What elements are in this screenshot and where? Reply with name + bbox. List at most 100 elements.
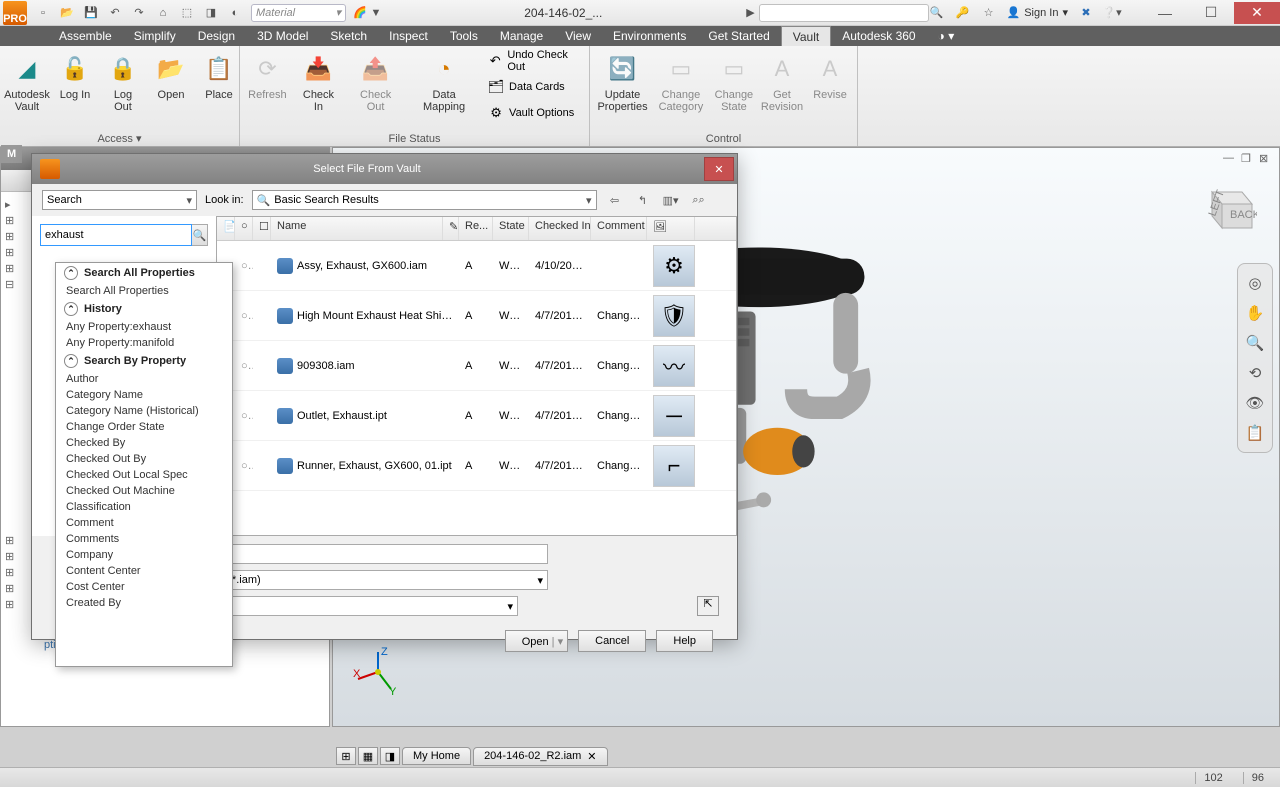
- ac-item[interactable]: Company: [56, 547, 232, 563]
- viewcube[interactable]: BACK LEFT: [1197, 180, 1257, 234]
- color-icon[interactable]: 🌈: [352, 5, 368, 21]
- logout-button[interactable]: 🔒Log Out: [102, 49, 144, 127]
- star-icon[interactable]: ☆: [981, 5, 997, 21]
- orbit-icon[interactable]: ⟲: [1244, 362, 1266, 384]
- ac-item[interactable]: Change Order State: [56, 419, 232, 435]
- menu-extras-icon[interactable]: ◑ ▾: [927, 26, 966, 46]
- redo-icon[interactable]: ↷: [131, 5, 147, 21]
- ac-item[interactable]: Cost Center: [56, 579, 232, 595]
- changecategory-button[interactable]: ▭Change Category: [655, 49, 707, 127]
- pan-icon[interactable]: ✋: [1244, 302, 1266, 324]
- tab-document[interactable]: 204-146-02_R2.iam✕: [473, 747, 607, 766]
- ac-item[interactable]: Content Center: [56, 563, 232, 579]
- checkout-button[interactable]: 📤Check Out: [348, 49, 403, 127]
- ac-item[interactable]: Author: [56, 371, 232, 387]
- undo-checkout-button[interactable]: ↶Undo Check Out: [485, 49, 583, 73]
- ac-item[interactable]: Checked Out By: [56, 451, 232, 467]
- ac-section-header[interactable]: ⌃Search All Properties: [56, 263, 232, 283]
- restore-viewport-icon[interactable]: ❐: [1241, 152, 1255, 166]
- revise-button[interactable]: ARevise: [809, 49, 851, 127]
- back-icon[interactable]: ⇦: [605, 190, 625, 210]
- cancel-button[interactable]: Cancel: [578, 630, 646, 652]
- home-icon[interactable]: ⌂: [155, 5, 171, 21]
- close-button[interactable]: ✕: [1234, 2, 1280, 24]
- menu-vault[interactable]: Vault: [781, 26, 831, 46]
- nav-icon[interactable]: ◨: [203, 5, 219, 21]
- checkin-button[interactable]: 📥Check In: [295, 49, 342, 127]
- close-viewport-icon[interactable]: ⊠: [1259, 152, 1273, 166]
- menu-autodesk360[interactable]: Autodesk 360: [831, 26, 926, 46]
- search-mode-combo[interactable]: Search: [42, 190, 197, 210]
- maximize-button[interactable]: ☐: [1188, 2, 1234, 24]
- tab-nav-icon[interactable]: ◨: [380, 747, 400, 765]
- ac-item[interactable]: Classification: [56, 499, 232, 515]
- place-button[interactable]: 📋Place: [198, 49, 240, 127]
- exchange-icon[interactable]: ✖: [1078, 5, 1094, 21]
- menu-sketch[interactable]: Sketch: [319, 26, 378, 46]
- tab-mode-icon[interactable]: ⊞: [336, 747, 356, 765]
- vaultoptions-button[interactable]: ⚙Vault Options: [485, 101, 583, 125]
- zoom-icon[interactable]: 🔍: [1244, 332, 1266, 354]
- find-icon[interactable]: ⌕⌕: [689, 190, 709, 210]
- tab-grid-icon[interactable]: ▦: [358, 747, 378, 765]
- search-input[interactable]: [40, 224, 192, 246]
- menu-manage[interactable]: Manage: [489, 26, 554, 46]
- material-combo[interactable]: Material: [251, 4, 346, 22]
- menu-simplify[interactable]: Simplify: [123, 26, 187, 46]
- file-list[interactable]: 📄 ○ ☐ Name ✎ Re... State Checked In Comm…: [216, 216, 737, 536]
- menu-environments[interactable]: Environments: [602, 26, 697, 46]
- menu-inspect[interactable]: Inspect: [378, 26, 439, 46]
- minimize-button[interactable]: —: [1142, 2, 1188, 24]
- menu-tools[interactable]: Tools: [439, 26, 489, 46]
- file-row[interactable]: ○ Outlet, Exhaust.ipt A Wo... 4/7/2014 .…: [217, 391, 736, 441]
- up-icon[interactable]: ↰: [633, 190, 653, 210]
- views-icon[interactable]: ▥▾: [661, 190, 681, 210]
- menu-assemble[interactable]: Assemble: [48, 26, 123, 46]
- login-button[interactable]: 🔓Log In: [54, 49, 96, 127]
- updateprops-button[interactable]: 🔄Update Properties: [596, 49, 649, 127]
- appearance-icon[interactable]: ◐: [227, 5, 243, 21]
- help-button[interactable]: Help: [656, 630, 713, 652]
- menu-getstarted[interactable]: Get Started: [697, 26, 780, 46]
- ac-item[interactable]: Category Name (Historical): [56, 403, 232, 419]
- ac-item[interactable]: Comments: [56, 531, 232, 547]
- file-row[interactable]: ○ Assy, Exhaust, GX600.iam A Wo... 4/10/…: [217, 241, 736, 291]
- browse-icon[interactable]: ⇱: [697, 596, 719, 616]
- getrevision-button[interactable]: AGet Revision: [761, 49, 803, 127]
- ac-item[interactable]: Checked Out Local Spec: [56, 467, 232, 483]
- dropdown-icon[interactable]: ▼: [368, 5, 384, 21]
- ac-item[interactable]: Any Property:manifold: [56, 335, 232, 351]
- ac-item[interactable]: Any Property:exhaust: [56, 319, 232, 335]
- changestate-button[interactable]: ▭Change State: [713, 49, 755, 127]
- search-icon[interactable]: 🔍: [929, 5, 945, 21]
- select-icon[interactable]: ⬚: [179, 5, 195, 21]
- clipboard-icon[interactable]: 📋: [1244, 422, 1266, 444]
- ac-item[interactable]: Created By: [56, 595, 232, 611]
- datamapping-button[interactable]: ◔Data Mapping: [409, 49, 479, 127]
- refresh-button[interactable]: ⟳Refresh: [246, 49, 289, 127]
- ac-item[interactable]: Checked Out Machine: [56, 483, 232, 499]
- datacards-button[interactable]: 🗂Data Cards: [485, 75, 583, 99]
- help-search-input[interactable]: [759, 4, 929, 22]
- signin-button[interactable]: 👤 Sign In ▾: [1007, 6, 1068, 19]
- file-row[interactable]: ○ Runner, Exhaust, GX600, 01.ipt A Wo...…: [217, 441, 736, 491]
- search-go-button[interactable]: 🔍: [192, 224, 208, 246]
- steering-wheel-icon[interactable]: ◎: [1244, 272, 1266, 294]
- ac-item[interactable]: Checked By: [56, 435, 232, 451]
- lookat-icon[interactable]: 👁: [1244, 392, 1266, 414]
- dialog-titlebar[interactable]: Select File From Vault ✕: [32, 154, 737, 184]
- vault-button[interactable]: ◢Autodesk Vault: [6, 49, 48, 127]
- key-icon[interactable]: 🔑: [955, 5, 971, 21]
- undo-icon[interactable]: ↶: [107, 5, 123, 21]
- new-icon[interactable]: ▫: [35, 5, 51, 21]
- app-icon[interactable]: PRO: [3, 1, 27, 25]
- lookin-combo[interactable]: 🔍 Basic Search Results: [252, 190, 597, 210]
- tab-home[interactable]: My Home: [402, 747, 471, 765]
- menu-design[interactable]: Design: [187, 26, 246, 46]
- open-icon[interactable]: 📂: [59, 5, 75, 21]
- tab-close-icon[interactable]: ✕: [587, 750, 596, 763]
- open-button[interactable]: 📂Open: [150, 49, 192, 127]
- ac-item[interactable]: Search All Properties: [56, 283, 232, 299]
- file-row[interactable]: ○ High Mount Exhaust Heat Shield.ipt A W…: [217, 291, 736, 341]
- ac-item[interactable]: Comment: [56, 515, 232, 531]
